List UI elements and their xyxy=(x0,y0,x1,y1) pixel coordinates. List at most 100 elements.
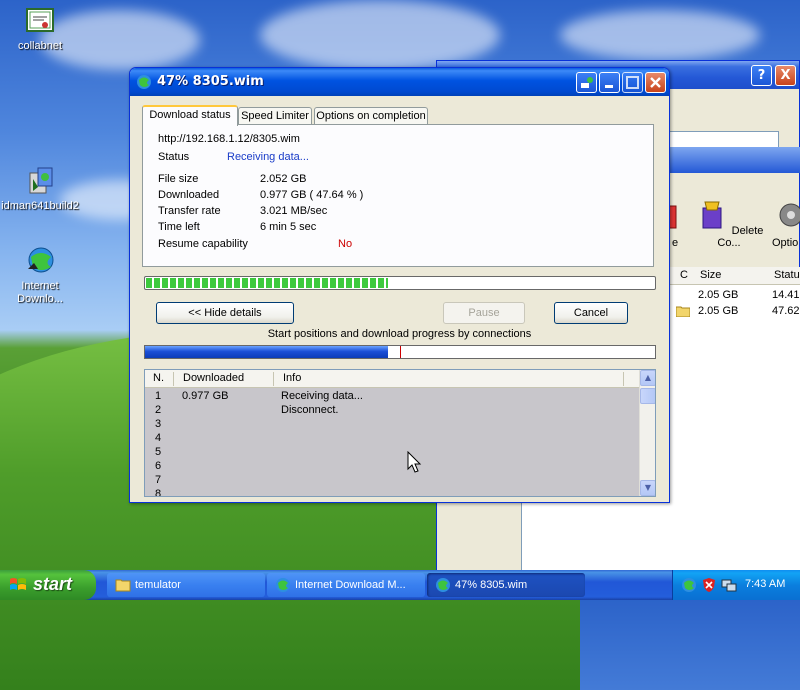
task-internet-download-manager[interactable]: Internet Download M... xyxy=(267,573,425,597)
col-n-header[interactable]: N. xyxy=(153,372,164,384)
folder-icon xyxy=(676,306,690,317)
download-progress-bar xyxy=(144,276,656,290)
file-size-label: File size xyxy=(158,173,199,185)
minimize-icon xyxy=(605,85,613,88)
delete-completed-icon xyxy=(702,201,722,229)
connections-label: Start positions and download progress by… xyxy=(267,328,532,340)
tab-speed-limiter[interactable]: Speed Limiter xyxy=(238,107,312,125)
connection-row[interactable]: 1 0.977 GB Receiving data... xyxy=(145,390,640,404)
start-button[interactable]: start xyxy=(0,570,96,600)
connection-row[interactable]: 6 xyxy=(145,460,640,474)
toolbar-delete-completed-button[interactable]: Delete Co... xyxy=(694,198,764,249)
time-left-value: 6 min 5 sec xyxy=(260,221,317,233)
desktop-icon-idm[interactable]: Internet Downlo... xyxy=(0,245,80,306)
close-button[interactable]: X xyxy=(775,65,796,86)
connection-info: Disconnect. xyxy=(281,404,339,416)
security-shield-icon[interactable] xyxy=(701,577,717,593)
col-status-header[interactable]: Statu xyxy=(774,269,800,281)
connections-progress-fill xyxy=(145,346,388,358)
dialog-titlebar[interactable]: 47% 8305.wim xyxy=(130,68,669,96)
status-label: Status xyxy=(158,151,190,163)
cancel-button[interactable]: Cancel xyxy=(554,302,628,324)
connection-info: Receiving data... xyxy=(281,390,363,402)
connections-list[interactable]: N. Downloaded Info 1 0.977 GB Receiving da… xyxy=(144,369,656,497)
scroll-thumb[interactable] xyxy=(640,388,655,404)
connection-row[interactable]: 3 xyxy=(145,418,640,432)
toolbar-options-button[interactable]: Optio xyxy=(772,198,800,249)
transfer-rate-value: 3.021 MB/sec xyxy=(260,205,328,217)
task-temulator[interactable]: temulator xyxy=(107,573,265,597)
tab-options-on-completion[interactable]: Options on completion xyxy=(314,107,428,125)
dialog-title: 47% 8305.wim xyxy=(157,74,264,89)
maximize-button[interactable] xyxy=(622,72,643,93)
col-downloaded-header[interactable]: Downloaded xyxy=(183,372,244,384)
idm-globe-icon xyxy=(276,578,290,592)
bg-list-header: C Size Statu xyxy=(668,267,800,285)
idm-globe-icon xyxy=(137,75,151,89)
resume-capability-value: No xyxy=(338,238,353,250)
idm-tray-icon[interactable] xyxy=(681,577,697,593)
delete-icon xyxy=(668,205,677,229)
downloaded-label: Downloaded xyxy=(158,189,220,201)
connection-number: 8 xyxy=(155,488,162,497)
idm-globe-icon xyxy=(28,247,54,273)
connection-row[interactable]: 4 xyxy=(145,432,640,446)
col-info-header[interactable]: Info xyxy=(283,372,301,384)
task-download-dialog[interactable]: 47% 8305.wim xyxy=(427,573,585,597)
options-gear-icon xyxy=(779,203,800,227)
file-size-value: 2.052 GB xyxy=(260,173,307,185)
connection-row[interactable]: 8 xyxy=(145,488,640,497)
network-icon[interactable] xyxy=(721,577,737,593)
download-progress-fill xyxy=(146,278,388,288)
connection-number: 1 xyxy=(155,390,162,402)
toolbar-delete-button[interactable]: e xyxy=(668,198,682,249)
download-status-panel: http://192.168.1.12/8305.wim Status Rece… xyxy=(142,124,654,267)
connection-number: 2 xyxy=(155,404,162,416)
taskbar: start temulator Internet Download M... 4… xyxy=(0,570,800,600)
connections-progress-bar xyxy=(144,345,656,359)
row-size: 2.05 GB xyxy=(698,289,739,301)
col-c-header[interactable]: C xyxy=(680,269,688,281)
dialog-to-tray-button[interactable] xyxy=(576,72,597,93)
scroll-up-button[interactable]: ▲ xyxy=(640,370,655,386)
connections-list-header: N. Downloaded Info xyxy=(145,370,640,388)
connection-row[interactable]: 7 xyxy=(145,474,640,488)
start-label: start xyxy=(33,574,73,594)
row-status: 47.62 xyxy=(772,305,800,317)
tray-icon xyxy=(581,77,593,88)
maximize-icon xyxy=(626,76,639,89)
windows-flag-icon xyxy=(10,578,26,590)
desktop-icon-idman[interactable]: idman641build2 xyxy=(0,165,80,213)
row-size: 2.05 GB xyxy=(698,305,739,317)
resume-capability-label: Resume capability xyxy=(158,238,248,250)
download-progress-dialog: 47% 8305.wim Download status Speed Limit… xyxy=(129,67,670,503)
connection-number: 6 xyxy=(155,460,162,472)
close-button[interactable] xyxy=(645,72,666,93)
tab-download-status[interactable]: Download status xyxy=(142,105,238,126)
connection-number: 4 xyxy=(155,432,162,444)
pause-button[interactable]: Pause xyxy=(443,302,525,324)
connection-row[interactable]: 2 Disconnect. xyxy=(145,404,640,418)
desktop-icon-label: Internet Downlo... xyxy=(17,280,63,305)
hide-details-button[interactable]: << Hide details xyxy=(156,302,294,324)
bg-subtitlebar xyxy=(667,147,800,173)
connection-number: 3 xyxy=(155,418,162,430)
installer-icon xyxy=(29,167,53,194)
connection-downloaded: 0.977 GB xyxy=(182,390,229,402)
desktop-icon-label: collabnet xyxy=(17,40,63,52)
connections-scrollbar[interactable]: ▲ ▼ xyxy=(639,370,655,496)
bg-list-row[interactable]: 2.05 GB 47.62 xyxy=(668,303,800,319)
desktop-icon-collabnet[interactable]: collabnet xyxy=(0,5,80,53)
certificate-icon xyxy=(26,8,54,32)
scroll-down-button[interactable]: ▼ xyxy=(640,480,655,496)
bg-list-row[interactable]: 2.05 GB 14.41 xyxy=(668,287,800,303)
connection-number: 7 xyxy=(155,474,162,486)
help-button[interactable]: ? xyxy=(751,65,772,86)
connection-row[interactable]: 5 xyxy=(145,446,640,460)
minimize-button[interactable] xyxy=(599,72,620,93)
connection-start-marker xyxy=(400,346,401,358)
system-tray: 7:43 AM xyxy=(672,570,800,600)
time-left-label: Time left xyxy=(158,221,200,233)
col-size-header[interactable]: Size xyxy=(700,269,721,281)
connection-number: 5 xyxy=(155,446,162,458)
